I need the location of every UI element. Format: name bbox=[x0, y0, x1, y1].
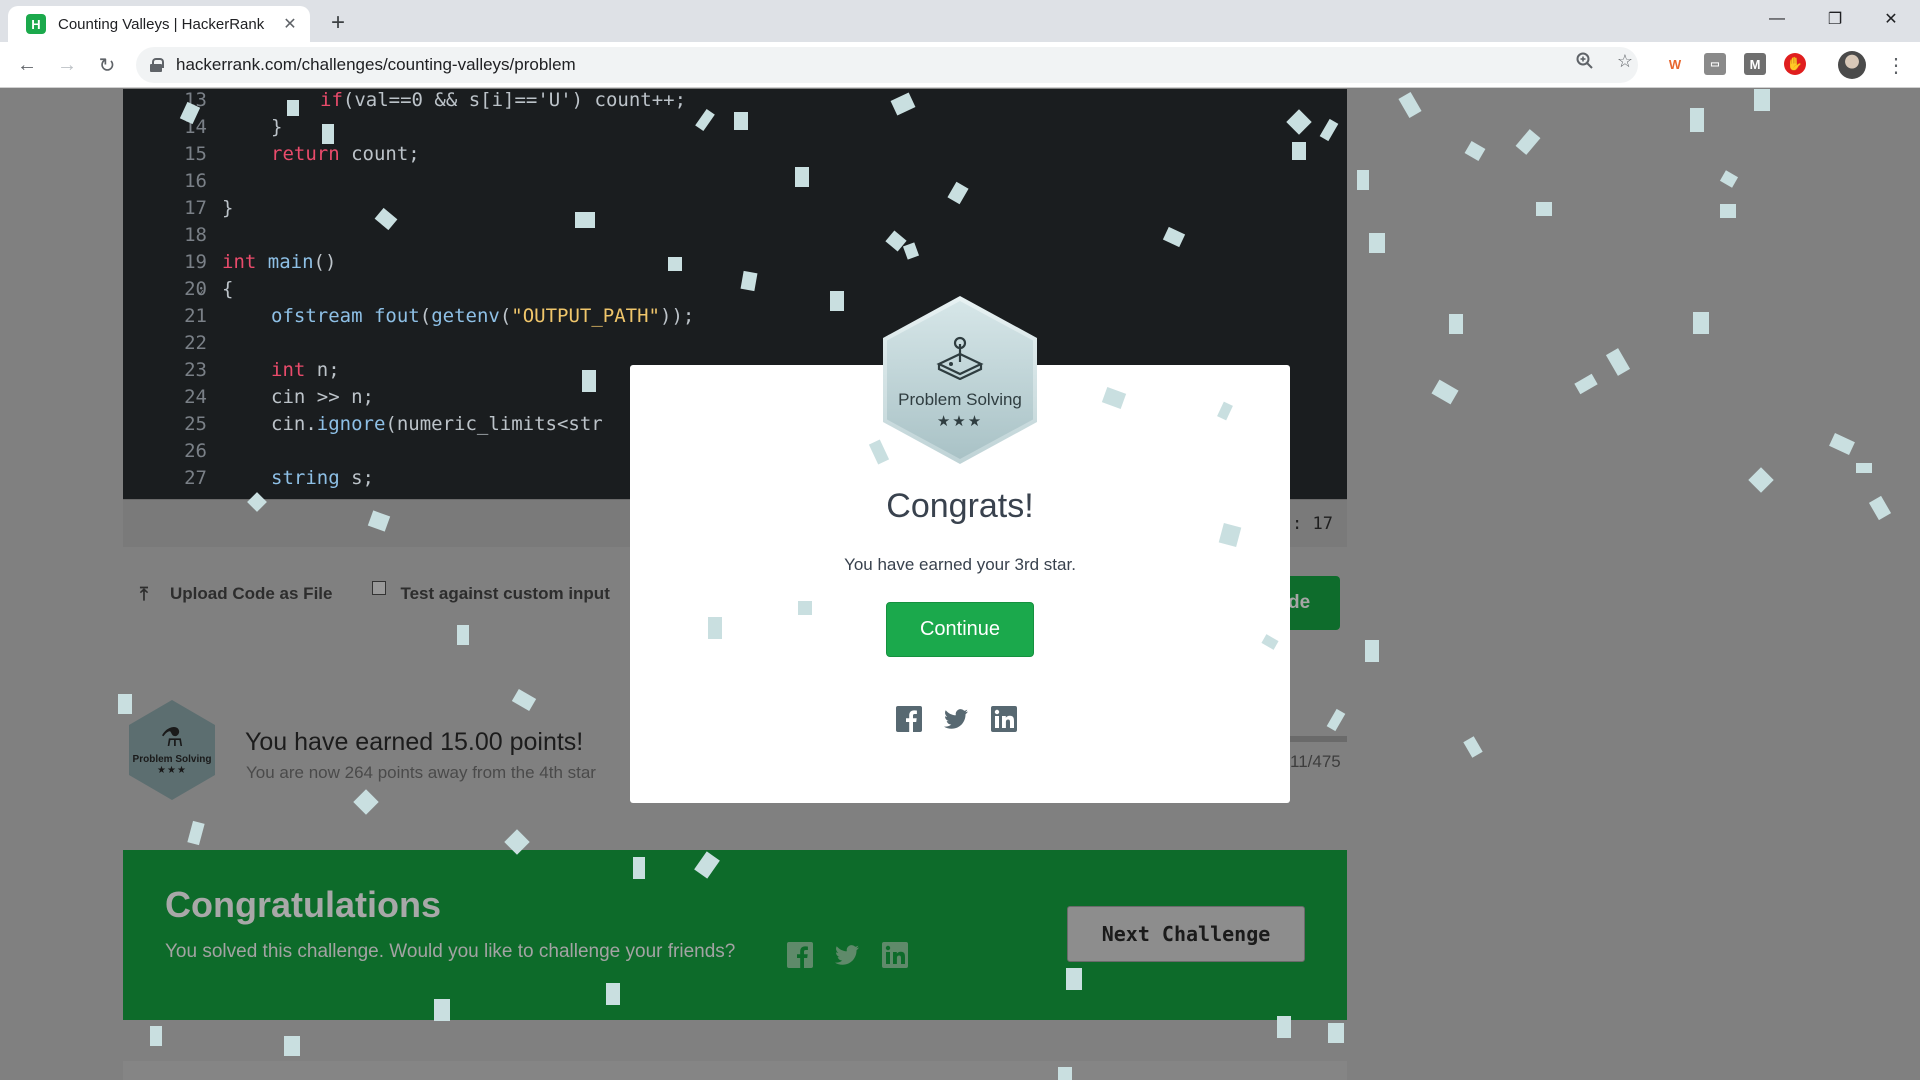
new-tab-button[interactable]: + bbox=[324, 9, 352, 37]
banner-subtitle: You solved this challenge. Would you lik… bbox=[165, 941, 736, 962]
extension-w-icon[interactable]: W bbox=[1664, 53, 1686, 75]
upload-code-link[interactable]: Upload Code as File bbox=[170, 584, 332, 604]
code-line: 15 return count; bbox=[184, 143, 420, 165]
points-subtitle: You are now 264 points away from the 4th… bbox=[246, 763, 596, 782]
editor-actions: ⤒ Upload Code as File Test against custo… bbox=[140, 581, 610, 604]
badge-stars: ★★★ bbox=[936, 413, 984, 430]
bottom-panel bbox=[123, 1061, 1347, 1080]
bookmark-star-icon[interactable]: ☆ bbox=[1614, 50, 1636, 72]
fold-chevron-icon[interactable]: ⌄ bbox=[196, 281, 204, 297]
upload-icon[interactable]: ⤒ bbox=[140, 585, 158, 603]
congratulations-banner: Congratulations You solved this challeng… bbox=[123, 850, 1347, 1020]
custom-input-checkbox[interactable] bbox=[372, 581, 387, 595]
code-line: 20 ⌄{ bbox=[184, 278, 234, 300]
cursor-position: : 17 bbox=[1292, 514, 1333, 534]
facebook-icon[interactable] bbox=[787, 942, 813, 968]
banner-title: Congratulations bbox=[165, 884, 441, 925]
code-line: 21 ofstream fout(getenv("OUTPUT_PATH")); bbox=[184, 305, 695, 327]
back-icon[interactable]: ← bbox=[13, 51, 41, 79]
code-line: 17} bbox=[184, 197, 234, 219]
next-challenge-button[interactable]: Next Challenge bbox=[1067, 906, 1305, 962]
code-line: 22 bbox=[184, 332, 207, 354]
badge-label: Problem Solving bbox=[898, 390, 1022, 409]
points-progress-count: 11/475 bbox=[1290, 752, 1341, 771]
custom-input-label[interactable]: Test against custom input bbox=[400, 584, 609, 604]
joystick-icon: ⚗ bbox=[160, 722, 184, 752]
reload-icon[interactable]: ↻ bbox=[93, 51, 121, 79]
points-title: You have earned 15.00 points! bbox=[245, 728, 584, 756]
url-text: hackerrank.com/challenges/counting-valle… bbox=[176, 55, 576, 74]
modal-title: Congrats! bbox=[886, 487, 1034, 525]
extension-m-icon[interactable]: M bbox=[1744, 53, 1766, 75]
lock-icon bbox=[150, 58, 164, 72]
zoom-icon[interactable] bbox=[1574, 50, 1596, 72]
linkedin-icon[interactable] bbox=[991, 706, 1017, 732]
tab-strip: H Counting Valleys | HackerRank ✕ + — ❐ … bbox=[0, 0, 1920, 42]
twitter-icon[interactable] bbox=[943, 706, 969, 732]
linkedin-icon[interactable] bbox=[882, 942, 908, 968]
close-window-icon[interactable]: ✕ bbox=[1862, 0, 1920, 38]
continue-button[interactable]: Continue bbox=[886, 602, 1034, 657]
close-tab-icon[interactable]: ✕ bbox=[280, 14, 300, 34]
hackerrank-favicon-icon: H bbox=[26, 14, 46, 34]
joystick-icon bbox=[936, 336, 984, 380]
address-bar[interactable]: hackerrank.com/challenges/counting-valle… bbox=[136, 47, 1638, 83]
minimize-window-icon[interactable]: — bbox=[1748, 0, 1806, 38]
facebook-icon[interactable] bbox=[896, 706, 922, 732]
forward-icon[interactable]: → bbox=[53, 51, 81, 79]
tab-title: Counting Valleys | HackerRank bbox=[58, 15, 265, 33]
code-line: 19 int main() bbox=[184, 251, 337, 273]
twitter-icon[interactable] bbox=[834, 942, 860, 968]
profile-avatar[interactable] bbox=[1838, 51, 1866, 79]
browser-menu-icon[interactable]: ⋮ bbox=[1882, 51, 1910, 79]
adblock-icon[interactable]: ✋ bbox=[1784, 53, 1806, 75]
browser-tab[interactable]: H Counting Valleys | HackerRank ✕ bbox=[8, 6, 310, 42]
browser-toolbar: ← → ↻ hackerrank.com/challenges/counting… bbox=[0, 42, 1920, 88]
restore-window-icon[interactable]: ❐ bbox=[1806, 0, 1864, 38]
points-progress-bar bbox=[1290, 736, 1347, 742]
code-line: 16 bbox=[184, 170, 207, 192]
extension-caption-icon[interactable]: ▭ bbox=[1704, 53, 1726, 75]
modal-subtitle: You have earned your 3rd star. bbox=[844, 555, 1076, 574]
problem-solving-badge: ⚗ Problem Solving ★★★ bbox=[129, 700, 215, 800]
